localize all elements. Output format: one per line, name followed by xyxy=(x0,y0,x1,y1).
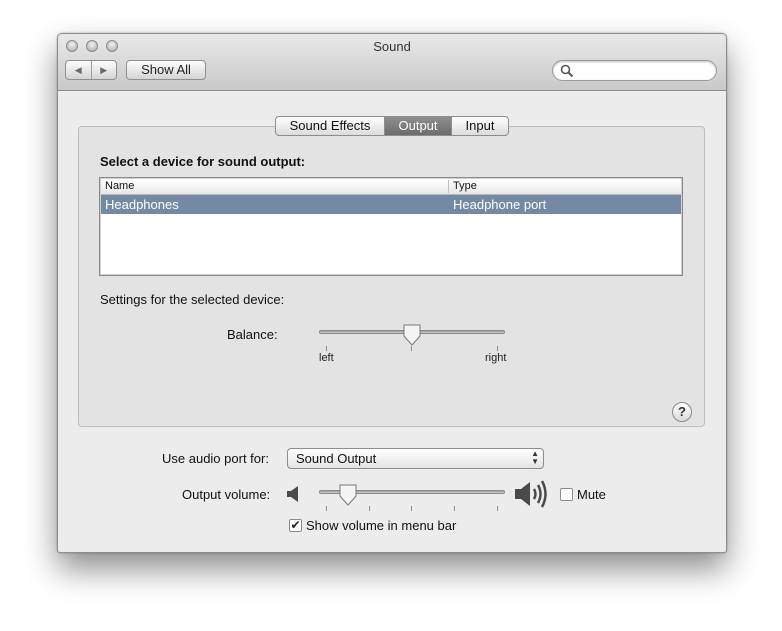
device-name-cell: Headphones xyxy=(105,197,179,212)
balance-tick-left xyxy=(326,346,327,351)
balance-right-label: right xyxy=(485,352,507,364)
column-divider xyxy=(448,180,449,193)
show-all-button[interactable]: Show All xyxy=(126,60,206,80)
volume-slider-thumb[interactable] xyxy=(338,484,358,507)
help-button[interactable]: ? xyxy=(672,402,692,422)
device-type-cell: Headphone port xyxy=(453,197,547,212)
balance-left-label: left xyxy=(319,352,334,364)
table-row[interactable]: Headphones Headphone port xyxy=(101,195,681,214)
magnifier-icon xyxy=(560,64,574,78)
balance-slider-thumb[interactable] xyxy=(402,324,422,347)
speaker-high-icon xyxy=(515,480,547,508)
popup-arrows-icon: ▲ ▼ xyxy=(531,449,539,466)
tab-output[interactable]: Output xyxy=(384,117,451,135)
device-table[interactable]: Name Type Headphones Headphone port xyxy=(99,177,683,276)
output-group-box xyxy=(78,126,705,427)
settings-label: Settings for the selected device: xyxy=(100,292,285,307)
column-header-type[interactable]: Type xyxy=(453,180,477,192)
show-volume-label: Show volume in menu bar xyxy=(306,518,457,533)
mute-checkbox[interactable] xyxy=(560,488,573,501)
tab-input[interactable]: Input xyxy=(451,117,508,135)
volume-tick xyxy=(454,506,455,511)
output-volume-label: Output volume: xyxy=(182,487,271,502)
audio-port-popup[interactable]: Sound Output ▲ ▼ xyxy=(287,448,544,469)
navigation-buttons: ◀ ▶ xyxy=(65,60,117,80)
balance-tick-right xyxy=(497,346,498,351)
audio-port-label: Use audio port for: xyxy=(162,451,269,466)
search-field[interactable] xyxy=(552,60,717,81)
back-arrow-icon[interactable]: ◀ xyxy=(66,61,91,79)
show-volume-checkbox[interactable]: ✔ xyxy=(289,519,302,532)
sound-preferences-window: Sound ◀ ▶ Show All Sound Effects Output … xyxy=(57,33,727,553)
audio-port-value: Sound Output xyxy=(296,451,377,466)
table-header: Name Type xyxy=(101,179,681,195)
speaker-low-icon xyxy=(287,486,298,502)
tab-bar: Sound Effects Output Input xyxy=(275,116,509,136)
balance-tick-center xyxy=(411,346,412,351)
device-prompt-label: Select a device for sound output: xyxy=(100,154,306,169)
window-title: Sound xyxy=(373,39,411,54)
volume-tick xyxy=(411,506,412,511)
balance-label: Balance: xyxy=(227,327,278,342)
column-header-name[interactable]: Name xyxy=(105,180,134,192)
volume-tick xyxy=(369,506,370,511)
forward-arrow-icon[interactable]: ▶ xyxy=(90,61,117,79)
mute-label: Mute xyxy=(577,487,606,502)
tab-sound-effects[interactable]: Sound Effects xyxy=(276,117,384,135)
volume-tick xyxy=(497,506,498,511)
title-bar: Sound ◀ ▶ Show All xyxy=(58,34,726,91)
volume-tick xyxy=(326,506,327,511)
